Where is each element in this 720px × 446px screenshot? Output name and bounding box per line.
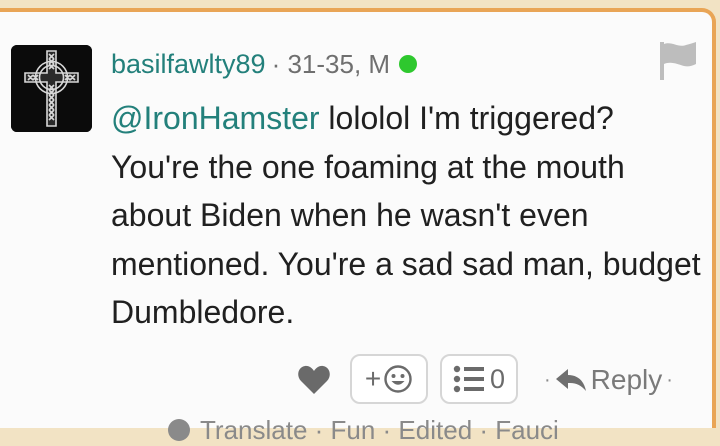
footer-row-partial: Translate · Fun · Edited · Fauci [166,415,559,445]
user-avatar[interactable] [11,45,92,132]
translate-icon[interactable] [166,417,192,443]
replies-count: 0 [489,363,506,394]
list-icon [453,365,484,393]
replies-count-button[interactable]: 0 [440,354,518,404]
flag-icon[interactable] [655,40,699,82]
user-meta: · 31-35, M [271,48,391,79]
celtic-cross-icon [11,45,92,132]
heart-icon[interactable] [297,364,331,396]
reply-label: Reply [590,364,663,395]
comment-card: basilfawlty89 · 31-35, M @IronHamster lo… [0,8,716,445]
mention-link[interactable]: @IronHamster [111,100,320,136]
separator-dot: · [544,368,551,391]
reply-button[interactable]: · Reply · [540,360,677,400]
footer-text: Translate · Fun · Edited · Fauci [200,414,559,445]
online-status-dot [399,55,418,73]
plus-sign: + [364,363,382,394]
comment-header: basilfawlty89 · 31-35, M [111,44,418,84]
comment-body: @IronHamster lololol I'm triggered? You'… [111,94,701,337]
add-reaction-button[interactable]: + [350,354,428,404]
action-bar: + 0 · Reply · [0,352,716,412]
username-link[interactable]: basilfawlty89 [111,49,266,80]
emoji-icon [384,365,412,393]
reply-arrow-icon [555,369,586,391]
separator-dot: · [666,368,673,391]
